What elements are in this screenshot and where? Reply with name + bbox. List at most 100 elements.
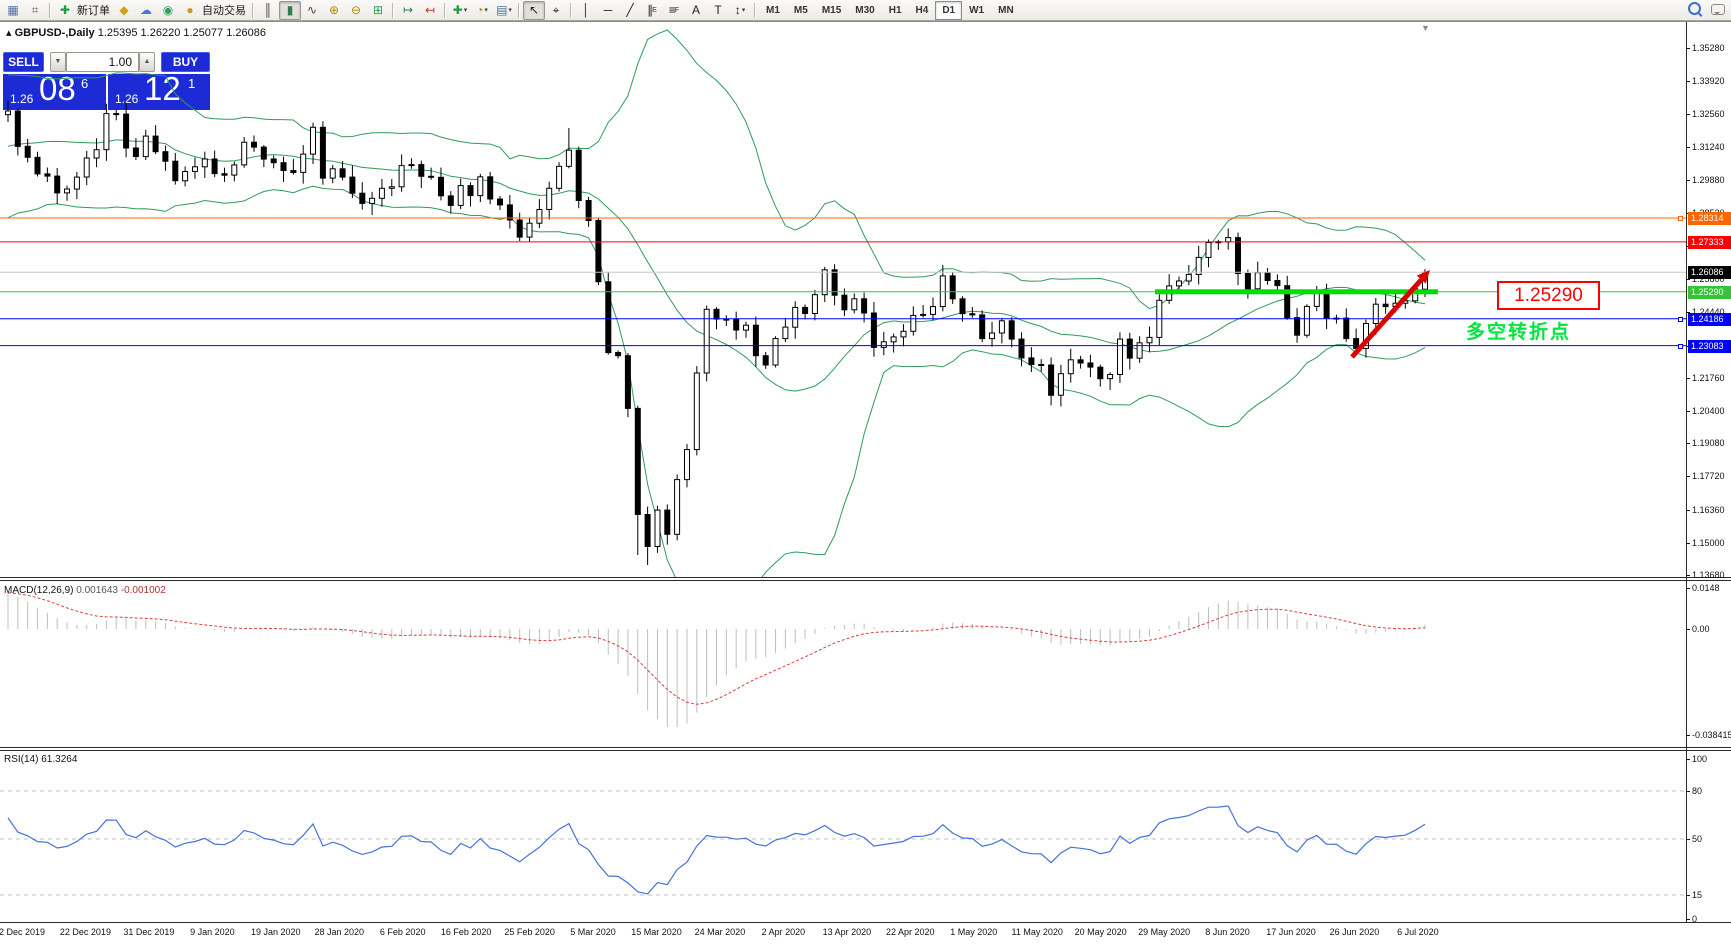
support-price-annotation-box[interactable]: 1.25290 <box>1497 281 1600 310</box>
timeframe-d1[interactable]: D1 <box>935 0 963 20</box>
candle-body <box>851 298 858 311</box>
timeframe-m30[interactable]: M30 <box>848 1 881 20</box>
candle-body <box>565 149 572 167</box>
autotrading-icon-label[interactable]: 自动交易 <box>201 2 249 18</box>
timeframe-h1[interactable]: H1 <box>882 1 909 20</box>
community-icon[interactable]: ☁ <box>135 1 157 20</box>
axis-tick <box>1686 575 1690 577</box>
signals-icon[interactable]: ◉ <box>157 1 179 20</box>
candle-body <box>73 176 80 190</box>
candle-body <box>1097 366 1104 380</box>
date-tick-label: 15 Mar 2020 <box>631 927 682 937</box>
candle-body <box>339 168 346 178</box>
panel-separator[interactable] <box>0 750 1731 751</box>
date-tick-label: 25 Feb 2020 <box>504 927 555 937</box>
search-icon[interactable] <box>1688 2 1701 15</box>
candle-body <box>1372 303 1379 325</box>
new-order-icon-label[interactable]: 新订单 <box>76 2 113 18</box>
price-tick-label: 1.15000 <box>1692 537 1725 548</box>
axis-tick <box>1686 735 1690 737</box>
candle-body <box>1126 338 1133 359</box>
new-chart-icon[interactable]: ▦ <box>2 1 24 20</box>
zoom-out-icon[interactable]: ⊖ <box>345 1 367 20</box>
text-label-icon[interactable]: T <box>707 1 729 20</box>
candle-body <box>497 198 503 206</box>
candle-body <box>428 175 435 178</box>
auto-scroll-icon[interactable]: ↦ <box>397 1 419 20</box>
bar-chart-icon[interactable]: ║ <box>257 1 279 20</box>
timeframe-m1[interactable]: M1 <box>759 1 787 20</box>
candle-body <box>782 326 789 340</box>
candle-body <box>142 135 149 158</box>
timeframe-m5[interactable]: M5 <box>787 1 815 20</box>
timeframe-mn[interactable]: MN <box>991 1 1021 20</box>
candle-body <box>1254 272 1261 290</box>
chat-icon[interactable] <box>1711 4 1725 15</box>
candle-body <box>1038 364 1045 366</box>
candle-body <box>654 509 661 548</box>
timeframe-w1[interactable]: W1 <box>962 1 991 20</box>
date-tick-label: 16 Feb 2020 <box>440 927 492 937</box>
price-line-label-1.25290: 1.25290 <box>1688 285 1731 299</box>
turning-point-text[interactable]: 多空转折点 <box>1466 317 1571 344</box>
periods-icon[interactable]: ◔ ▾ <box>471 1 493 20</box>
line-anchor-handle[interactable] <box>1678 316 1683 322</box>
candle-body <box>1225 237 1232 243</box>
candle-body <box>241 141 248 166</box>
text-icon[interactable]: A <box>685 1 707 20</box>
profiles-icon[interactable]: ⌗ <box>24 1 46 20</box>
templates-icon[interactable]: ▤ ▾ <box>493 1 515 20</box>
new-order-icon[interactable]: ✚ <box>54 1 76 20</box>
macd-tick-label: 0.0148 <box>1692 583 1720 593</box>
zoom-in-icon[interactable]: ⊕ <box>323 1 345 20</box>
rsi-indicator-panel[interactable] <box>0 752 1686 922</box>
price-tick-label: 1.29880 <box>1692 174 1725 185</box>
rsi-tick-label: 80 <box>1692 786 1703 796</box>
tile-windows-icon[interactable]: ⊞ <box>367 1 389 20</box>
metaeditor-icon[interactable]: ◆ <box>113 1 135 20</box>
candle-body <box>349 176 356 194</box>
line-chart-icon[interactable]: ∿ <box>301 1 323 20</box>
crosshair-icon[interactable]: ⌖ <box>545 1 567 20</box>
line-anchor-handle[interactable] <box>1678 215 1683 221</box>
candle-body <box>634 407 641 515</box>
rsi-value: 61.3264 <box>41 754 78 765</box>
candle-body <box>861 298 868 314</box>
candle-body <box>516 219 523 238</box>
candle-body <box>870 312 877 348</box>
timeframe-h4[interactable]: H4 <box>909 1 936 20</box>
autotrading-icon[interactable]: ● <box>179 1 201 20</box>
horizontal-line-icon[interactable]: ─ <box>597 1 619 20</box>
line-anchor-handle[interactable] <box>1678 343 1683 349</box>
candle-body <box>290 170 297 173</box>
panel-separator[interactable] <box>0 577 1731 578</box>
cursor-icon[interactable]: ↖ <box>523 0 545 20</box>
date-tick-label: 22 Dec 2019 <box>59 927 111 937</box>
macd-indicator-panel[interactable] <box>0 584 1686 746</box>
price-line-label-1.26086: 1.26086 <box>1688 266 1731 280</box>
candle-body <box>1057 373 1064 396</box>
panel-separator[interactable] <box>0 747 1731 748</box>
toolbar-separator <box>518 2 520 18</box>
candle-body <box>841 294 848 311</box>
main-candlestick-chart[interactable] <box>0 22 1686 577</box>
axis-tick <box>1686 629 1690 630</box>
candle-body <box>802 306 809 314</box>
fibonacci-icon[interactable]: ≡ F <box>663 1 685 20</box>
indicators-icon[interactable]: ✚ ▾ <box>449 1 471 20</box>
axis-tick <box>1686 542 1690 544</box>
candlestick-chart-icon[interactable]: ▮ <box>279 0 301 20</box>
candle-body <box>1028 357 1035 365</box>
candle-body <box>408 164 415 167</box>
support-band-segment[interactable] <box>1155 289 1438 295</box>
candle-body <box>447 195 454 206</box>
equidistant-channel-icon[interactable]: ∥ E <box>641 1 663 20</box>
timeframe-m15[interactable]: M15 <box>815 1 848 20</box>
price-tick-label: 1.35280 <box>1692 43 1725 53</box>
axis-tick <box>1686 81 1690 83</box>
trendline-icon[interactable]: ╱ <box>619 1 641 20</box>
chart-shift-icon[interactable]: ↤ <box>419 1 441 20</box>
vertical-line-icon[interactable]: │ <box>575 1 597 20</box>
panel-separator[interactable] <box>0 580 1731 581</box>
arrows-shapes-icon[interactable]: ↕ ▾ <box>729 1 751 20</box>
